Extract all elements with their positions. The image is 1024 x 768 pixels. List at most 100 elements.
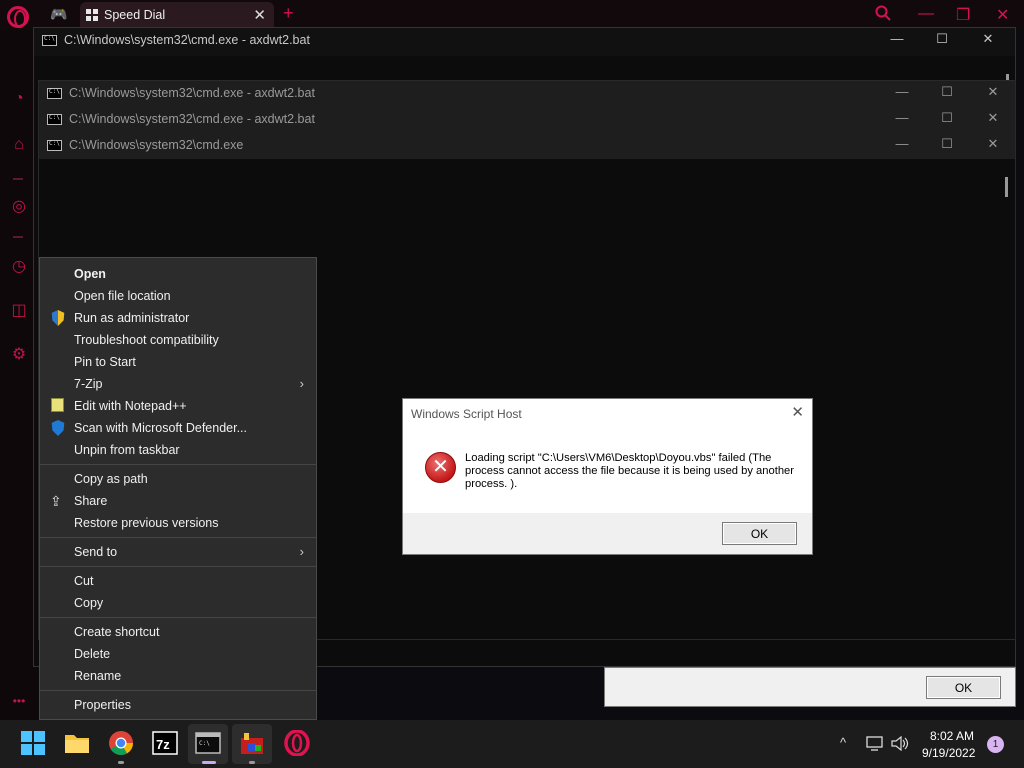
menu-item-label: Properties xyxy=(74,698,131,712)
menu-item-share[interactable]: ⇪ Share xyxy=(40,490,316,512)
sidebar-divider xyxy=(13,178,23,180)
script-app-icon[interactable] xyxy=(239,730,265,756)
menu-item-cut[interactable]: Cut xyxy=(40,570,316,592)
cmd-title-bar[interactable]: C:\Windows\system32\cmd.exe - axdwt2.bat… xyxy=(39,107,1015,133)
maximize-button[interactable]: ☐ xyxy=(932,31,952,47)
menu-item-copy-as-path[interactable]: Copy as path xyxy=(40,468,316,490)
menu-item-label: 7-Zip xyxy=(74,377,103,391)
menu-item-copy[interactable]: Copy xyxy=(40,592,316,614)
speed-dial-sidebar-icon[interactable]: ◔ xyxy=(8,88,30,110)
clock-time[interactable]: 8:02 AM xyxy=(930,729,974,743)
maximize-button[interactable]: ☐ xyxy=(937,110,957,126)
cmd-title-bar[interactable]: C:\Windows\system32\cmd.exe - axdwt2.bat… xyxy=(39,81,1015,107)
terminal-icon[interactable]: C:\ xyxy=(195,730,221,756)
close-button[interactable]: ✕ xyxy=(983,136,1003,152)
tab-speed-dial[interactable]: Speed Dial ✕ xyxy=(80,2,274,28)
svg-text:7z: 7z xyxy=(156,737,170,752)
menu-item-notepad-plus-plus[interactable]: Edit with Notepad++ xyxy=(40,395,316,417)
cmd-window-title: C:\Windows\system32\cmd.exe - axdwt2.bat xyxy=(69,112,315,126)
menu-divider xyxy=(40,617,316,618)
menu-divider xyxy=(40,537,316,538)
ok-button[interactable]: OK xyxy=(722,522,797,545)
menu-divider xyxy=(40,690,316,691)
volume-icon[interactable] xyxy=(891,735,909,754)
menu-item-run-as-admin[interactable]: Run as administrator xyxy=(40,307,316,329)
minimize-button[interactable]: — xyxy=(887,31,907,46)
menu-item-pin-to-start[interactable]: Pin to Start xyxy=(40,351,316,373)
browser-minimize-button[interactable]: — xyxy=(918,5,934,23)
gx-sidebar-icon[interactable]: ◎ xyxy=(8,196,30,218)
menu-divider xyxy=(40,464,316,465)
opera-logo-icon[interactable] xyxy=(7,6,29,28)
dialog-close-icon[interactable]: ✕ xyxy=(791,403,804,421)
cmd-icon xyxy=(47,140,62,151)
speed-dial-grid-icon xyxy=(86,9,98,21)
clock-date[interactable]: 9/19/2022 xyxy=(922,746,975,760)
bag-sidebar-icon[interactable]: ⌂ xyxy=(8,134,30,156)
scrollbar-thumb[interactable] xyxy=(1005,177,1008,197)
minimize-button[interactable]: — xyxy=(892,84,912,99)
maximize-button[interactable]: ☐ xyxy=(937,84,957,100)
menu-item-label: Troubleshoot compatibility xyxy=(74,333,219,347)
notepad-plus-plus-icon xyxy=(51,398,64,412)
tab-close-icon[interactable]: ✕ xyxy=(253,6,266,24)
7zip-icon[interactable]: 7z xyxy=(152,730,178,756)
more-sidebar-icon[interactable]: ••• xyxy=(8,690,30,712)
network-icon[interactable] xyxy=(866,736,883,754)
menu-item-label: Edit with Notepad++ xyxy=(74,399,187,413)
menu-item-7zip[interactable]: 7-Zip › xyxy=(40,373,316,395)
second-dialog-footer: OK xyxy=(604,667,1016,707)
menu-item-label: Scan with Microsoft Defender... xyxy=(74,421,247,435)
minimize-button[interactable]: — xyxy=(892,110,912,125)
menu-item-scan-defender[interactable]: Scan with Microsoft Defender... xyxy=(40,417,316,439)
tray-overflow-chevron-icon[interactable]: ^ xyxy=(840,735,846,750)
menu-item-label: Cut xyxy=(74,574,94,588)
menu-item-properties[interactable]: Properties xyxy=(40,694,316,716)
menu-item-label: Run as administrator xyxy=(74,311,190,325)
menu-item-open[interactable]: Open xyxy=(40,263,316,285)
minimize-button[interactable]: — xyxy=(892,136,912,151)
svg-text:C:\: C:\ xyxy=(199,740,210,747)
windows-start-icon[interactable] xyxy=(20,730,46,756)
opera-icon[interactable] xyxy=(284,729,310,757)
close-button[interactable]: ✕ xyxy=(983,110,1003,126)
menu-item-send-to[interactable]: Send to › xyxy=(40,541,316,563)
settings-sidebar-icon[interactable]: ⚙ xyxy=(8,344,30,366)
cmd-icon xyxy=(42,35,57,46)
menu-item-label: Pin to Start xyxy=(74,355,136,369)
cmd-title-bar[interactable]: C:\Windows\system32\cmd.exe — ☐ ✕ xyxy=(39,133,1015,159)
browser-restore-button[interactable]: ❐ xyxy=(956,5,970,25)
menu-item-delete[interactable]: Delete xyxy=(40,643,316,665)
cmd-window-title: C:\Windows\system32\cmd.exe - axdwt2.bat xyxy=(64,33,310,47)
menu-item-create-shortcut[interactable]: Create shortcut xyxy=(40,621,316,643)
notification-badge[interactable]: 1 xyxy=(987,736,1004,753)
chrome-icon[interactable] xyxy=(108,730,134,756)
menu-item-open-file-location[interactable]: Open file location xyxy=(40,285,316,307)
history-sidebar-icon[interactable]: ◷ xyxy=(8,256,30,278)
browser-tab-bar: 🎮 Speed Dial ✕ + — ❐ ✕ xyxy=(0,0,1024,30)
second-ok-button[interactable]: OK xyxy=(926,676,1001,699)
menu-item-rename[interactable]: Rename xyxy=(40,665,316,687)
browser-close-button[interactable]: ✕ xyxy=(996,5,1009,25)
cmd-icon xyxy=(47,114,62,125)
menu-divider xyxy=(40,566,316,567)
maximize-button[interactable]: ☐ xyxy=(937,136,957,152)
dialog-footer: OK xyxy=(403,513,812,554)
menu-item-label: Copy xyxy=(74,596,104,610)
search-icon[interactable] xyxy=(875,5,891,26)
close-button[interactable]: ✕ xyxy=(978,31,998,47)
menu-item-troubleshoot[interactable]: Troubleshoot compatibility xyxy=(40,329,316,351)
gamepad-icon[interactable]: 🎮 xyxy=(50,6,70,24)
cube-sidebar-icon[interactable]: ◫ xyxy=(8,300,30,322)
chrome-running-indicator xyxy=(118,761,124,764)
menu-item-unpin-taskbar[interactable]: Unpin from taskbar xyxy=(40,439,316,461)
new-tab-button[interactable]: + xyxy=(283,3,294,24)
uac-shield-icon xyxy=(51,310,65,326)
menu-item-label: Share xyxy=(74,494,108,508)
cmd-title-bar[interactable]: C:\Windows\system32\cmd.exe - axdwt2.bat… xyxy=(34,28,1015,56)
menu-item-label: Open file location xyxy=(74,289,171,303)
file-explorer-icon[interactable] xyxy=(64,730,90,756)
menu-item-restore-versions[interactable]: Restore previous versions xyxy=(40,512,316,534)
script-app-running-indicator xyxy=(249,761,255,764)
close-button[interactable]: ✕ xyxy=(983,84,1003,100)
